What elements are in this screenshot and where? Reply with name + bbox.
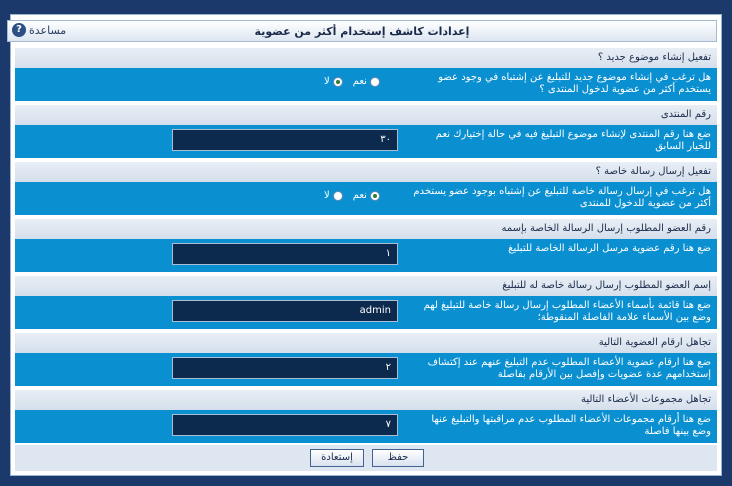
button-bar: حفظ إستعادة (15, 445, 717, 471)
reset-button[interactable]: إستعادة (310, 449, 364, 467)
ignored-groups-input[interactable]: ٧ (172, 414, 398, 436)
setting-row: هل ترغب في إرسال رسالة خاصة للتبليغ عن إ… (15, 182, 717, 215)
forum-id-input[interactable]: ٣٠ (172, 129, 398, 151)
setting-description: ضع هنا ارقام عضوية الأعضاء المطلوب عدم ا… (427, 357, 711, 380)
setting-description: ضع هنا رقم عضوية مرسل الرسالة الخاصة للت… (508, 243, 711, 254)
radio-yes[interactable]: نعم (353, 190, 380, 201)
setting-description: هل ترغب في إنشاء موضوع جديد للتبليغ عن إ… (438, 72, 711, 95)
section-header: تفعيل إرسال رسالة خاصة ؟ (15, 162, 717, 182)
section-header: رقم المنتدى (15, 105, 717, 125)
radio-yes-label: نعم (352, 190, 367, 201)
radio-no-label: لا (324, 76, 330, 87)
radio-group: نعم لا (324, 190, 380, 201)
section-header: إسم العضو المطلوب إرسال رسالة خاصة له لل… (15, 276, 717, 296)
setting-row: ضع هنا رقم المنتدى لإنشاء موضوع التبليغ … (15, 125, 717, 158)
setting-row: ضع هنا أرقام مجموعات الأعضاء المطلوب عدم… (15, 410, 717, 443)
radio-yes[interactable]: نعم (353, 76, 380, 87)
setting-row: ضع هنا رقم عضوية مرسل الرسالة الخاصة للت… (15, 239, 717, 272)
radio-group: نعم لا (324, 76, 380, 87)
setting-row: ضع هنا قائمة بأسماء الأعضاء المطلوب إرسا… (15, 296, 717, 329)
ignored-ids-input[interactable]: ٢ (172, 357, 398, 379)
radio-no-label: لا (324, 190, 330, 201)
setting-description: ضع هنا أرقام مجموعات الأعضاء المطلوب عدم… (431, 414, 711, 437)
setting-row: هل ترغب في إنشاء موضوع جديد للتبليغ عن إ… (15, 68, 717, 101)
help-label[interactable]: مساعدة (29, 24, 66, 37)
sender-id-input[interactable]: ١ (172, 243, 398, 265)
radio-yes-button[interactable] (369, 190, 380, 201)
setting-description: ضع هنا رقم المنتدى لإنشاء موضوع التبليغ … (435, 129, 711, 152)
setting-row: ضع هنا ارقام عضوية الأعضاء المطلوب عدم ا… (15, 353, 717, 386)
title-bar: إعدادات كاشف إستخدام أكثر من عضوية ? مسا… (7, 20, 717, 42)
radio-no-button[interactable] (332, 190, 343, 201)
radio-no[interactable]: لا (324, 76, 343, 87)
page-title: إعدادات كاشف إستخدام أكثر من عضوية (254, 25, 470, 38)
radio-yes-label: نعم (352, 76, 367, 87)
setting-description: ضع هنا قائمة بأسماء الأعضاء المطلوب إرسا… (423, 300, 711, 323)
radio-no[interactable]: لا (324, 190, 343, 201)
recipient-names-input[interactable]: admin (172, 300, 398, 322)
section-header: رقم العضو المطلوب إرسال الرسالة الخاصة ب… (15, 219, 717, 239)
section-header: تفعيل إنشاء موضوع جديد ؟ (15, 48, 717, 68)
radio-yes-button[interactable] (369, 76, 380, 87)
radio-no-button[interactable] (332, 76, 343, 87)
setting-description: هل ترغب في إرسال رسالة خاصة للتبليغ عن إ… (413, 186, 711, 209)
section-header: تجاهل مجموعات الأعضاء التالية (15, 390, 717, 410)
help-icon[interactable]: ? (12, 23, 26, 37)
section-header: تجاهل ارقام العضوية التالية (15, 333, 717, 353)
save-button[interactable]: حفظ (372, 449, 424, 467)
help-link[interactable]: ? مساعدة (12, 23, 66, 37)
